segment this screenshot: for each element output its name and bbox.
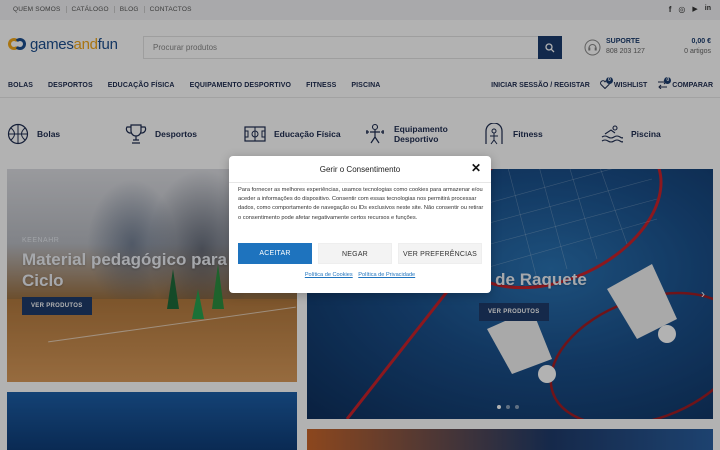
cookie-consent-modal: Gerir o Consentimento ✕ Para fornecer as… xyxy=(229,156,491,293)
preferences-button[interactable]: VER PREFERÊNCIAS xyxy=(398,243,482,264)
consent-text: Para fornecer as melhores experiências, … xyxy=(238,187,484,221)
cookie-policy-link[interactable]: Política de Cookies xyxy=(305,272,353,278)
deny-button[interactable]: NEGAR xyxy=(318,243,392,264)
accept-button[interactable]: ACEITAR xyxy=(238,243,312,264)
close-icon[interactable]: ✕ xyxy=(471,162,481,174)
modal-title: Gerir o Consentimento xyxy=(319,165,401,174)
privacy-policy-link[interactable]: Política de Privacidade xyxy=(358,272,415,278)
